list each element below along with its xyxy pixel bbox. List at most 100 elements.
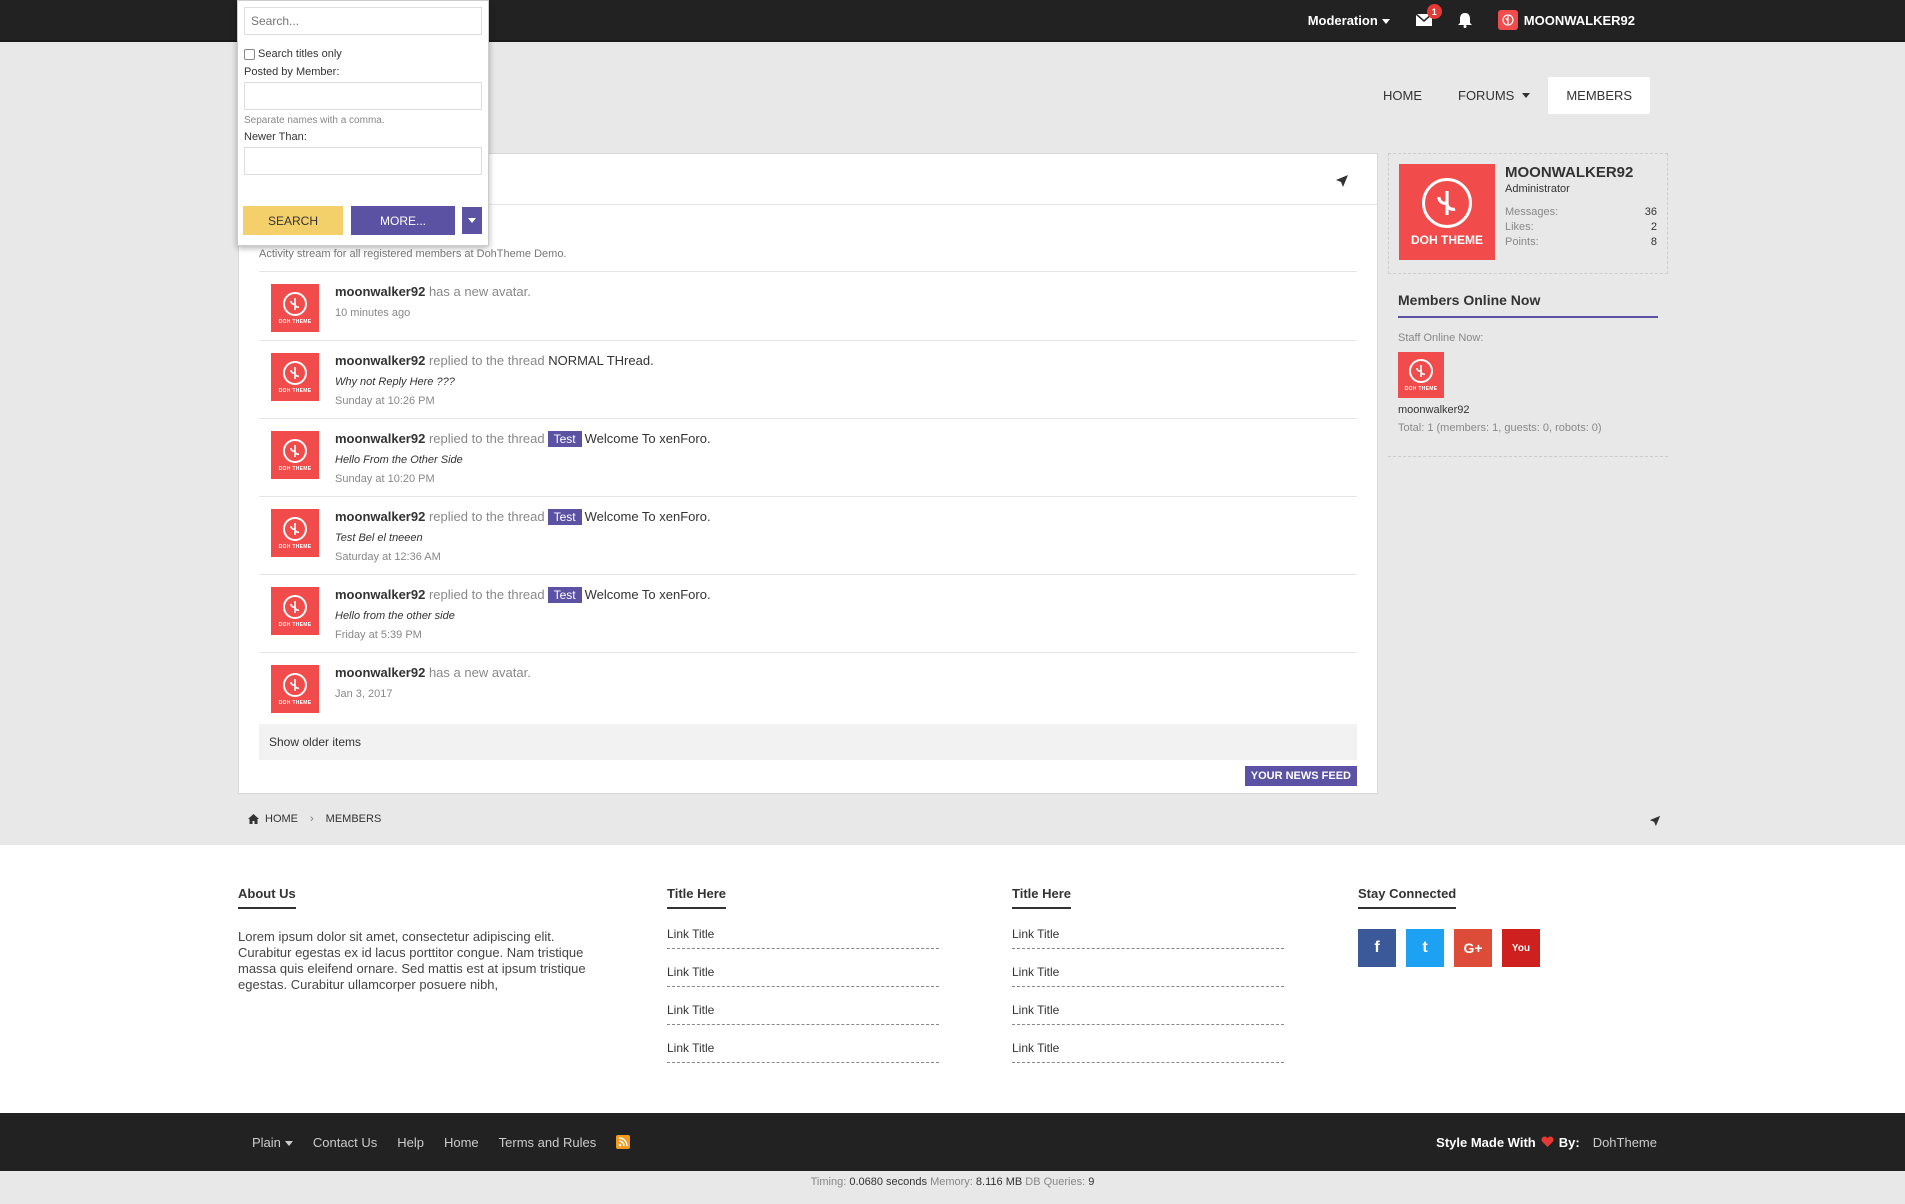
posted-by-input[interactable]: [244, 82, 482, 110]
feed-username[interactable]: moonwalker92: [335, 509, 425, 524]
help-link[interactable]: Help: [397, 1135, 424, 1150]
feed-thread-link[interactable]: Welcome To xenForo.: [585, 587, 711, 602]
page-description: Activity stream for all registered membe…: [259, 248, 567, 260]
feed-time[interactable]: Sunday at 10:26 PM: [335, 394, 654, 408]
members-online-box: Members Online Now Staff Online Now: DOH…: [1388, 274, 1668, 457]
feed-time[interactable]: Jan 3, 2017: [335, 687, 531, 701]
news-feed: DOH THEME moonwalker92 has a new avatar.…: [259, 271, 1357, 721]
search-titles-only[interactable]: Search titles only: [244, 48, 482, 60]
titles-only-checkbox[interactable]: [244, 48, 255, 60]
footer-link[interactable]: Link Title: [1012, 987, 1284, 1025]
db-queries-label: DB Queries:: [1025, 1176, 1086, 1188]
profile-card: DOH THEME MOONWALKER92 Administrator Mes…: [1388, 153, 1668, 274]
feed-time[interactable]: 10 minutes ago: [335, 306, 531, 320]
avatar[interactable]: DOH THEME: [271, 587, 319, 635]
feed-time[interactable]: Saturday at 12:36 AM: [335, 550, 711, 564]
feed-thread-link[interactable]: Welcome To xenForo.: [585, 431, 711, 446]
thread-prefix-tag[interactable]: Test: [547, 587, 582, 603]
avatar[interactable]: DOH THEME: [271, 353, 319, 401]
twitter-icon[interactable]: t: [1406, 929, 1444, 967]
home-link[interactable]: Home: [444, 1135, 479, 1150]
by-label: By:: [1558, 1134, 1580, 1150]
style-chooser-label: Plain: [252, 1134, 281, 1150]
nav-forums[interactable]: FORUMS: [1440, 77, 1548, 114]
avatar[interactable]: DOH THEME: [271, 665, 319, 713]
location-arrow-icon[interactable]: [1649, 815, 1661, 827]
nav-members[interactable]: MEMBERS: [1548, 77, 1651, 114]
profile-role: Administrator: [1505, 183, 1570, 195]
list-item: DOH THEME moonwalker92 replied to the th…: [259, 574, 1357, 652]
stat-value[interactable]: 2: [1651, 220, 1657, 235]
avatar[interactable]: DOH THEME: [271, 509, 319, 557]
feed-action: has a new avatar.: [428, 284, 531, 299]
inbox-button[interactable]: 1: [1415, 4, 1442, 26]
youtube-icon[interactable]: You: [1502, 929, 1540, 967]
facebook-icon[interactable]: f: [1358, 929, 1396, 967]
dohtheme-link[interactable]: DohTheme: [1593, 1135, 1657, 1150]
avatar[interactable]: DOH THEME: [1398, 352, 1444, 398]
thread-prefix-tag[interactable]: Test: [547, 431, 582, 447]
feed-username[interactable]: moonwalker92: [335, 431, 425, 446]
doh-logo-icon: [1416, 364, 1426, 377]
feed-username[interactable]: moonwalker92: [335, 587, 425, 602]
newer-than-input[interactable]: [244, 147, 482, 175]
debug-timing: Timing: 0.0680 seconds Memory: 8.116 MB …: [0, 1171, 1905, 1204]
main-nav: HOME FORUMS MEMBERS: [1365, 77, 1651, 114]
feed-username[interactable]: moonwalker92: [335, 284, 425, 299]
footer-link[interactable]: Link Title: [1012, 911, 1284, 949]
search-input[interactable]: [244, 7, 482, 35]
footer-link[interactable]: Link Title: [667, 1025, 939, 1063]
thread-prefix-tag[interactable]: Test: [547, 509, 582, 525]
footer-social: Stay Connected f t G+ You: [1358, 886, 1540, 967]
footer-social-title: Stay Connected: [1358, 886, 1457, 909]
style-chooser[interactable]: Plain: [252, 1135, 293, 1150]
search-button[interactable]: Search: [243, 206, 343, 235]
stat-value[interactable]: 8: [1651, 235, 1657, 250]
staff-online-label: Staff Online Now:: [1398, 332, 1484, 344]
online-member-name[interactable]: moonwalker92: [1398, 404, 1658, 416]
doh-logo-icon: [290, 600, 300, 613]
feed-time[interactable]: Sunday at 10:20 PM: [335, 472, 711, 486]
feed-username[interactable]: moonwalker92: [335, 353, 425, 368]
sidebar: DOH THEME MOONWALKER92 Administrator Mes…: [1388, 153, 1668, 457]
user-menu[interactable]: MOONWALKER92: [1497, 10, 1635, 30]
chevron-down-icon: [1381, 18, 1390, 24]
footer-link[interactable]: Link Title: [667, 987, 939, 1025]
breadcrumb-home[interactable]: HOME: [265, 813, 298, 825]
feed-time[interactable]: Friday at 5:39 PM: [335, 628, 711, 642]
location-arrow-icon[interactable]: [1335, 174, 1349, 188]
nav-home[interactable]: HOME: [1365, 77, 1440, 114]
avatar[interactable]: DOH THEME: [271, 431, 319, 479]
footer-link[interactable]: Link Title: [667, 911, 939, 949]
more-dropdown-button[interactable]: [461, 206, 483, 235]
stat-value[interactable]: 36: [1645, 205, 1657, 220]
alerts-button[interactable]: [1457, 12, 1472, 28]
avatar[interactable]: DOH THEME: [1399, 164, 1495, 260]
breadcrumb-members[interactable]: MEMBERS: [326, 813, 382, 825]
more-button[interactable]: More...: [351, 206, 455, 235]
feed-action: replied to the thread: [428, 353, 545, 368]
feed-username[interactable]: moonwalker92: [335, 665, 425, 680]
avatar-label: DOH THEME: [1411, 232, 1483, 247]
separate-names-hint: Separate names with a comma.: [244, 115, 385, 126]
show-older-items[interactable]: Show older items: [259, 724, 1357, 760]
moderation-menu[interactable]: Moderation: [1308, 13, 1390, 28]
doh-logo-icon: [290, 522, 300, 535]
footer-link[interactable]: Link Title: [667, 949, 939, 987]
profile-name[interactable]: MOONWALKER92: [1505, 164, 1657, 181]
doh-logo-icon: [1502, 14, 1514, 26]
google-plus-icon[interactable]: G+: [1454, 929, 1492, 967]
footer-link[interactable]: Link Title: [1012, 949, 1284, 987]
timing-value: 0.0680 seconds: [849, 1176, 928, 1188]
feed-thread-link[interactable]: Welcome To xenForo.: [585, 509, 711, 524]
rss-icon[interactable]: [616, 1135, 631, 1149]
members-online-title[interactable]: Members Online Now: [1398, 292, 1658, 318]
contact-us-link[interactable]: Contact Us: [313, 1135, 377, 1150]
avatar[interactable]: DOH THEME: [271, 284, 319, 332]
feed-thread-link[interactable]: NORMAL THread.: [548, 353, 653, 368]
avatar-label: DOH THEME: [278, 699, 312, 706]
footer-link[interactable]: Link Title: [1012, 1025, 1284, 1063]
footer-about: About Us Lorem ipsum dolor sit amet, con…: [238, 886, 598, 993]
terms-link[interactable]: Terms and Rules: [499, 1135, 597, 1150]
your-news-feed-button[interactable]: YOUR NEWS FEED: [1244, 766, 1357, 786]
